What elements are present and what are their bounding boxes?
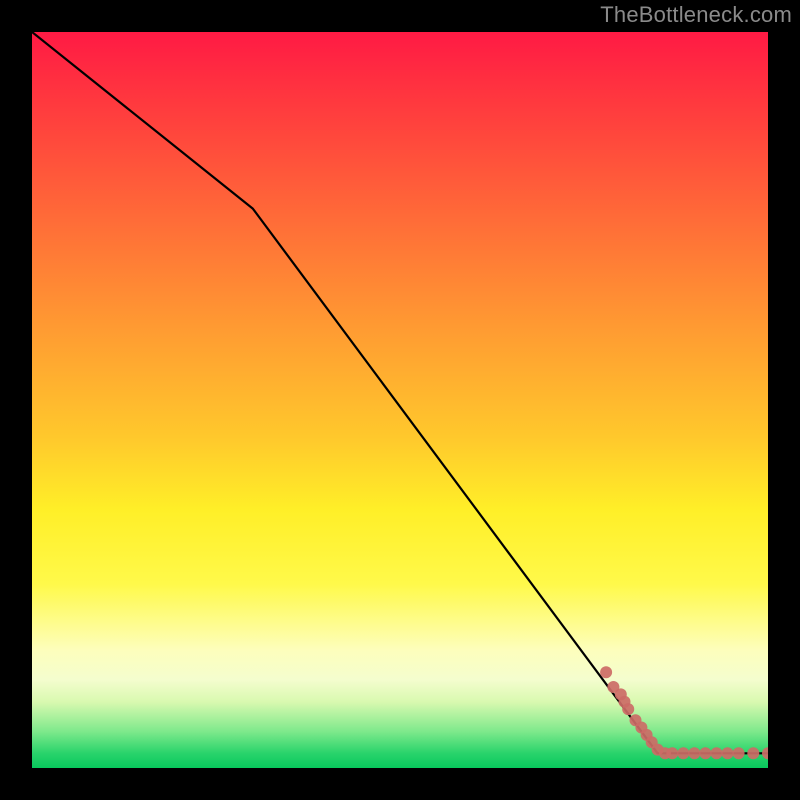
- watermark-text: TheBottleneck.com: [600, 2, 792, 28]
- marker-cluster: [600, 666, 768, 759]
- chart-svg: [32, 32, 768, 768]
- chart-frame: TheBottleneck.com: [0, 0, 800, 800]
- curve-line: [32, 32, 768, 753]
- plot-area: [32, 32, 768, 768]
